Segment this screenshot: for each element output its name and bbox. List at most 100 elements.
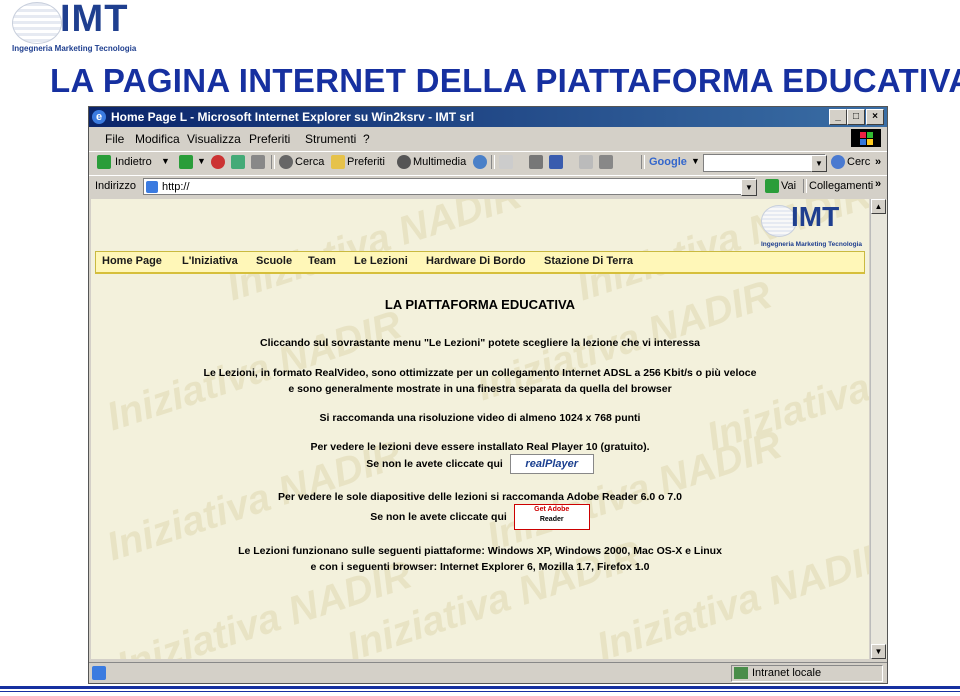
- status-bar: Intranet locale: [89, 662, 887, 683]
- links-overflow-icon[interactable]: »: [875, 178, 881, 190]
- intranet-icon: [734, 667, 748, 679]
- back-icon[interactable]: [97, 155, 111, 169]
- adobe-requirement: Per vedere le sole diapositive delle lez…: [277, 491, 683, 503]
- resolution-text: Si raccomanda una risoluzione video di a…: [319, 412, 641, 424]
- security-zone: Intranet locale: [731, 665, 883, 682]
- address-dropdown[interactable]: ▼: [741, 179, 757, 196]
- slide-title: LA PAGINA INTERNET DELLA PIATTAFORMA EDU…: [50, 62, 960, 99]
- nav-stazione[interactable]: Stazione Di Terra: [544, 255, 633, 267]
- mail-icon[interactable]: [499, 155, 513, 169]
- browser-window: e Home Page L - Microsoft Internet Explo…: [88, 106, 888, 684]
- search-icon[interactable]: [279, 155, 293, 169]
- go-button[interactable]: Vai: [781, 180, 796, 192]
- platforms-text: Le Lezioni funzionano sulle seguenti pia…: [238, 545, 722, 557]
- edit-icon[interactable]: [549, 155, 563, 169]
- favorites-icon[interactable]: [331, 155, 345, 169]
- menu-strumenti[interactable]: Strumenti: [305, 132, 356, 146]
- page-logo-brand: IMT: [791, 201, 840, 232]
- refresh-icon[interactable]: [231, 155, 245, 169]
- google-search-input[interactable]: [703, 154, 825, 172]
- site-nav: Home Page L'Iniziativa Scuole Team Le Le…: [95, 251, 865, 274]
- menu-visualizza[interactable]: Visualizza: [187, 132, 241, 146]
- adobe-click-text: Se non le avete cliccate qui: [370, 510, 507, 523]
- multimedia-icon[interactable]: [397, 155, 411, 169]
- page-heading: LA PIATTAFORMA EDUCATIVA: [384, 297, 576, 312]
- nav-iniziativa[interactable]: L'Iniziativa: [182, 255, 238, 267]
- favorites-button[interactable]: Preferiti: [347, 156, 385, 168]
- google-logo: Google: [649, 156, 687, 168]
- adobe-button-line2: Reader: [539, 516, 564, 523]
- close-button[interactable]: ×: [866, 109, 884, 125]
- nav-team[interactable]: Team: [308, 255, 336, 267]
- toolbar: Indietro ▼ ▼ Cerca Preferiti Multimedia …: [89, 151, 887, 174]
- discuss-icon[interactable]: [579, 155, 593, 169]
- forward-icon[interactable]: [179, 155, 193, 169]
- web-page: Iniziativa NADIR Iniziativa NADIR Inizia…: [91, 199, 869, 659]
- address-label: Indirizzo: [95, 180, 136, 192]
- format-text-1: Le Lezioni, in formato RealVideo, sono o…: [203, 367, 757, 379]
- multimedia-button[interactable]: Multimedia: [413, 156, 466, 168]
- zone-label: Intranet locale: [752, 667, 822, 679]
- title-bar: e Home Page L - Microsoft Internet Explo…: [89, 107, 887, 127]
- page-logo: IMT Ingegneria Marketing Tecnologia: [761, 201, 867, 251]
- adobe-reader-download-button[interactable]: Get Adobe Reader: [513, 504, 590, 530]
- google-search-dropdown[interactable]: ▼: [811, 155, 827, 172]
- print-icon[interactable]: [529, 155, 543, 169]
- menu-file[interactable]: File: [105, 132, 124, 146]
- menu-modifica[interactable]: Modifica: [135, 132, 180, 146]
- address-value: http://: [162, 181, 190, 193]
- page-icon: [146, 181, 158, 193]
- vertical-scrollbar[interactable]: ▲ ▼: [870, 199, 887, 659]
- address-bar: Indirizzo http:// ▼ Vai Collegamenti »: [89, 175, 887, 198]
- realplayer-row: Se non le avete cliccate qui realPlayer: [91, 454, 869, 474]
- globe-icon: [12, 2, 62, 44]
- scroll-up-button[interactable]: ▲: [871, 199, 886, 214]
- slide-logo: IMT Ingegneria Marketing Tecnologia: [8, 0, 148, 54]
- logo-subtitle: Ingegneria Marketing Tecnologia: [12, 44, 137, 53]
- forward-dropdown-icon[interactable]: ▼: [197, 156, 206, 166]
- slide-footer-rule: [0, 686, 960, 689]
- adobe-row: Se non le avete cliccate qui Get Adobe R…: [91, 504, 869, 530]
- nav-home-page[interactable]: Home Page: [102, 255, 162, 267]
- toolbar-separator: [491, 155, 495, 169]
- windows-logo-icon: [851, 129, 881, 147]
- realplayer-click-text: Se non le avete cliccate qui: [366, 457, 503, 470]
- links-button[interactable]: Collegamenti: [809, 180, 873, 192]
- realplayer-requirement: Per vedere le lezioni deve essere instal…: [310, 441, 650, 453]
- back-dropdown-icon[interactable]: ▼: [161, 156, 170, 166]
- slide-footer-rule-thin: [0, 691, 960, 692]
- toolbar-overflow-icon[interactable]: »: [875, 156, 881, 168]
- toolbar-separator: [641, 155, 645, 169]
- ie-icon: e: [92, 110, 106, 124]
- minimize-button[interactable]: _: [829, 109, 847, 125]
- logo-brand: IMT: [60, 0, 129, 40]
- nav-lezioni[interactable]: Le Lezioni: [354, 255, 408, 267]
- browsers-text: e con i seguenti browser: Internet Explo…: [310, 561, 650, 573]
- window-title: Home Page L - Microsoft Internet Explore…: [111, 110, 475, 124]
- nav-scuole[interactable]: Scuole: [256, 255, 292, 267]
- realplayer-download-button[interactable]: realPlayer: [509, 454, 594, 474]
- page-logo-subtitle: Ingegneria Marketing Tecnologia: [761, 241, 863, 248]
- search-button[interactable]: Cerca: [295, 156, 324, 168]
- nav-hardware[interactable]: Hardware Di Bordo: [426, 255, 526, 267]
- menu-hint-text: Cliccando sul sovrastante menu "Le Lezio…: [259, 337, 701, 349]
- history-icon[interactable]: [473, 155, 487, 169]
- page-status-icon: [92, 666, 106, 680]
- maximize-button[interactable]: □: [847, 109, 865, 125]
- adobe-button-line1: Get Adobe: [534, 506, 570, 513]
- toolbar-separator: [271, 155, 275, 169]
- back-button[interactable]: Indietro: [115, 156, 152, 168]
- menu-preferiti[interactable]: Preferiti: [249, 132, 290, 146]
- home-icon[interactable]: [251, 155, 265, 169]
- menu-bar: File Modifica Visualizza Preferiti Strum…: [89, 129, 887, 149]
- go-icon[interactable]: [765, 179, 779, 193]
- scroll-down-button[interactable]: ▼: [871, 644, 886, 659]
- address-input[interactable]: http://: [143, 178, 755, 195]
- google-dropdown-icon[interactable]: ▼: [691, 156, 700, 166]
- menu-help[interactable]: ?: [363, 132, 370, 146]
- google-search-icon[interactable]: [831, 155, 845, 169]
- address-separator: [803, 179, 807, 193]
- stop-icon[interactable]: [211, 155, 225, 169]
- messenger-icon[interactable]: [599, 155, 613, 169]
- google-search-button[interactable]: Cerc: [847, 156, 870, 168]
